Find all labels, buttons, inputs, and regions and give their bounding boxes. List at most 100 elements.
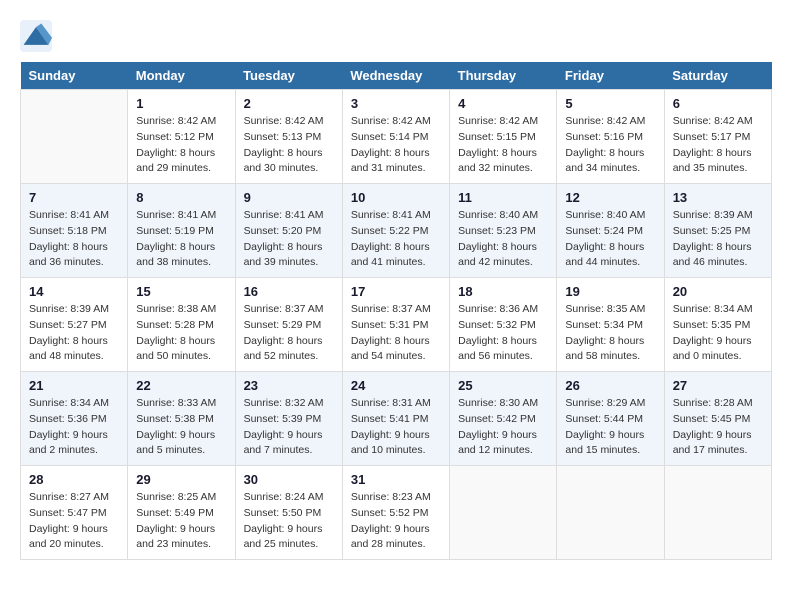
calendar-cell	[664, 466, 771, 560]
day-number: 23	[244, 378, 334, 393]
calendar-cell: 30 Sunrise: 8:24 AMSunset: 5:50 PMDaylig…	[235, 466, 342, 560]
day-info: Sunrise: 8:33 AMSunset: 5:38 PMDaylight:…	[136, 397, 216, 456]
day-number: 25	[458, 378, 548, 393]
calendar-cell: 12 Sunrise: 8:40 AMSunset: 5:24 PMDaylig…	[557, 184, 664, 278]
calendar-cell: 31 Sunrise: 8:23 AMSunset: 5:52 PMDaylig…	[342, 466, 449, 560]
weekday-header: Wednesday	[342, 62, 449, 90]
day-number: 3	[351, 96, 441, 111]
day-number: 16	[244, 284, 334, 299]
calendar-cell: 18 Sunrise: 8:36 AMSunset: 5:32 PMDaylig…	[450, 278, 557, 372]
day-number: 28	[29, 472, 119, 487]
day-number: 9	[244, 190, 334, 205]
calendar-cell: 1 Sunrise: 8:42 AMSunset: 5:12 PMDayligh…	[128, 90, 235, 184]
calendar-cell: 14 Sunrise: 8:39 AMSunset: 5:27 PMDaylig…	[21, 278, 128, 372]
day-number: 22	[136, 378, 226, 393]
day-info: Sunrise: 8:24 AMSunset: 5:50 PMDaylight:…	[244, 491, 324, 550]
day-number: 24	[351, 378, 441, 393]
calendar-cell: 19 Sunrise: 8:35 AMSunset: 5:34 PMDaylig…	[557, 278, 664, 372]
day-info: Sunrise: 8:32 AMSunset: 5:39 PMDaylight:…	[244, 397, 324, 456]
calendar-cell	[21, 90, 128, 184]
weekday-header: Friday	[557, 62, 664, 90]
day-number: 27	[673, 378, 763, 393]
calendar-cell: 5 Sunrise: 8:42 AMSunset: 5:16 PMDayligh…	[557, 90, 664, 184]
calendar-cell: 4 Sunrise: 8:42 AMSunset: 5:15 PMDayligh…	[450, 90, 557, 184]
day-number: 29	[136, 472, 226, 487]
calendar-cell: 24 Sunrise: 8:31 AMSunset: 5:41 PMDaylig…	[342, 372, 449, 466]
calendar-cell: 2 Sunrise: 8:42 AMSunset: 5:13 PMDayligh…	[235, 90, 342, 184]
day-info: Sunrise: 8:42 AMSunset: 5:12 PMDaylight:…	[136, 115, 216, 174]
day-info: Sunrise: 8:28 AMSunset: 5:45 PMDaylight:…	[673, 397, 753, 456]
day-info: Sunrise: 8:30 AMSunset: 5:42 PMDaylight:…	[458, 397, 538, 456]
calendar-week-row: 14 Sunrise: 8:39 AMSunset: 5:27 PMDaylig…	[21, 278, 772, 372]
calendar-week-row: 21 Sunrise: 8:34 AMSunset: 5:36 PMDaylig…	[21, 372, 772, 466]
day-info: Sunrise: 8:42 AMSunset: 5:17 PMDaylight:…	[673, 115, 753, 174]
calendar-cell: 16 Sunrise: 8:37 AMSunset: 5:29 PMDaylig…	[235, 278, 342, 372]
day-info: Sunrise: 8:40 AMSunset: 5:23 PMDaylight:…	[458, 209, 538, 268]
day-info: Sunrise: 8:23 AMSunset: 5:52 PMDaylight:…	[351, 491, 431, 550]
day-info: Sunrise: 8:31 AMSunset: 5:41 PMDaylight:…	[351, 397, 431, 456]
day-info: Sunrise: 8:25 AMSunset: 5:49 PMDaylight:…	[136, 491, 216, 550]
calendar-cell: 29 Sunrise: 8:25 AMSunset: 5:49 PMDaylig…	[128, 466, 235, 560]
weekday-header: Monday	[128, 62, 235, 90]
calendar-cell: 17 Sunrise: 8:37 AMSunset: 5:31 PMDaylig…	[342, 278, 449, 372]
day-info: Sunrise: 8:34 AMSunset: 5:36 PMDaylight:…	[29, 397, 109, 456]
day-number: 15	[136, 284, 226, 299]
day-info: Sunrise: 8:37 AMSunset: 5:29 PMDaylight:…	[244, 303, 324, 362]
day-number: 14	[29, 284, 119, 299]
day-info: Sunrise: 8:41 AMSunset: 5:20 PMDaylight:…	[244, 209, 324, 268]
calendar-cell: 26 Sunrise: 8:29 AMSunset: 5:44 PMDaylig…	[557, 372, 664, 466]
day-number: 10	[351, 190, 441, 205]
day-number: 18	[458, 284, 548, 299]
logo-icon	[20, 20, 52, 52]
day-number: 30	[244, 472, 334, 487]
day-info: Sunrise: 8:41 AMSunset: 5:22 PMDaylight:…	[351, 209, 431, 268]
day-info: Sunrise: 8:35 AMSunset: 5:34 PMDaylight:…	[565, 303, 645, 362]
day-info: Sunrise: 8:39 AMSunset: 5:25 PMDaylight:…	[673, 209, 753, 268]
calendar-cell: 10 Sunrise: 8:41 AMSunset: 5:22 PMDaylig…	[342, 184, 449, 278]
day-number: 1	[136, 96, 226, 111]
weekday-header: Saturday	[664, 62, 771, 90]
day-info: Sunrise: 8:39 AMSunset: 5:27 PMDaylight:…	[29, 303, 109, 362]
weekday-header: Sunday	[21, 62, 128, 90]
calendar-cell: 20 Sunrise: 8:34 AMSunset: 5:35 PMDaylig…	[664, 278, 771, 372]
calendar-cell: 28 Sunrise: 8:27 AMSunset: 5:47 PMDaylig…	[21, 466, 128, 560]
day-info: Sunrise: 8:41 AMSunset: 5:19 PMDaylight:…	[136, 209, 216, 268]
weekday-header-row: SundayMondayTuesdayWednesdayThursdayFrid…	[21, 62, 772, 90]
calendar-cell: 7 Sunrise: 8:41 AMSunset: 5:18 PMDayligh…	[21, 184, 128, 278]
day-number: 26	[565, 378, 655, 393]
calendar-cell: 22 Sunrise: 8:33 AMSunset: 5:38 PMDaylig…	[128, 372, 235, 466]
day-number: 6	[673, 96, 763, 111]
day-number: 13	[673, 190, 763, 205]
day-info: Sunrise: 8:37 AMSunset: 5:31 PMDaylight:…	[351, 303, 431, 362]
day-info: Sunrise: 8:36 AMSunset: 5:32 PMDaylight:…	[458, 303, 538, 362]
day-info: Sunrise: 8:40 AMSunset: 5:24 PMDaylight:…	[565, 209, 645, 268]
logo	[20, 20, 58, 52]
calendar-cell: 9 Sunrise: 8:41 AMSunset: 5:20 PMDayligh…	[235, 184, 342, 278]
calendar-cell: 27 Sunrise: 8:28 AMSunset: 5:45 PMDaylig…	[664, 372, 771, 466]
day-number: 21	[29, 378, 119, 393]
day-info: Sunrise: 8:42 AMSunset: 5:16 PMDaylight:…	[565, 115, 645, 174]
day-info: Sunrise: 8:42 AMSunset: 5:13 PMDaylight:…	[244, 115, 324, 174]
calendar-cell: 25 Sunrise: 8:30 AMSunset: 5:42 PMDaylig…	[450, 372, 557, 466]
calendar-cell	[450, 466, 557, 560]
day-number: 19	[565, 284, 655, 299]
calendar-week-row: 1 Sunrise: 8:42 AMSunset: 5:12 PMDayligh…	[21, 90, 772, 184]
calendar-cell	[557, 466, 664, 560]
calendar-cell: 23 Sunrise: 8:32 AMSunset: 5:39 PMDaylig…	[235, 372, 342, 466]
page-header	[20, 20, 772, 52]
day-number: 11	[458, 190, 548, 205]
calendar-cell: 3 Sunrise: 8:42 AMSunset: 5:14 PMDayligh…	[342, 90, 449, 184]
day-number: 7	[29, 190, 119, 205]
calendar-cell: 11 Sunrise: 8:40 AMSunset: 5:23 PMDaylig…	[450, 184, 557, 278]
day-number: 17	[351, 284, 441, 299]
calendar-cell: 8 Sunrise: 8:41 AMSunset: 5:19 PMDayligh…	[128, 184, 235, 278]
calendar-cell: 21 Sunrise: 8:34 AMSunset: 5:36 PMDaylig…	[21, 372, 128, 466]
day-number: 20	[673, 284, 763, 299]
day-number: 2	[244, 96, 334, 111]
day-info: Sunrise: 8:38 AMSunset: 5:28 PMDaylight:…	[136, 303, 216, 362]
weekday-header: Thursday	[450, 62, 557, 90]
calendar-week-row: 7 Sunrise: 8:41 AMSunset: 5:18 PMDayligh…	[21, 184, 772, 278]
day-info: Sunrise: 8:42 AMSunset: 5:14 PMDaylight:…	[351, 115, 431, 174]
day-info: Sunrise: 8:41 AMSunset: 5:18 PMDaylight:…	[29, 209, 109, 268]
day-info: Sunrise: 8:34 AMSunset: 5:35 PMDaylight:…	[673, 303, 753, 362]
